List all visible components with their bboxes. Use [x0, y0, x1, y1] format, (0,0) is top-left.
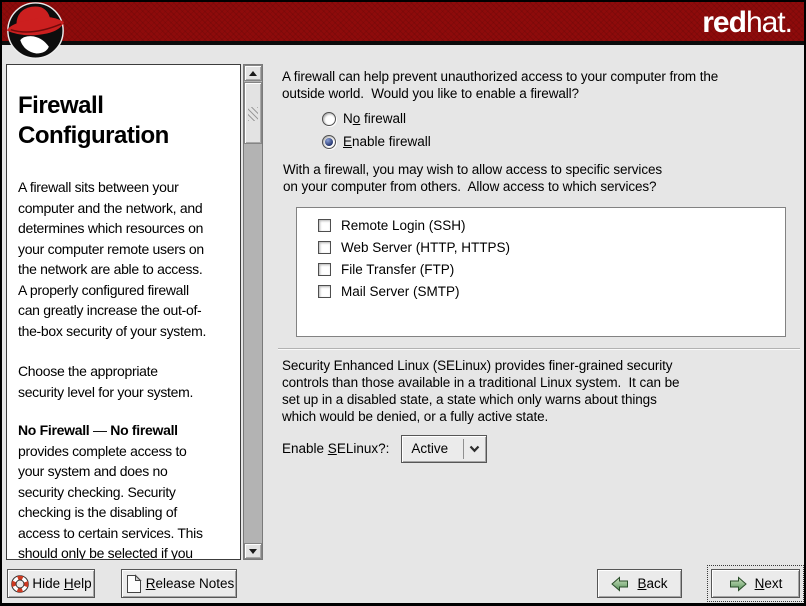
radio-no-firewall-label: No firewall	[343, 111, 406, 126]
arrow-up-icon	[249, 71, 257, 76]
brand-dot: .	[785, 6, 792, 39]
selinux-dropdown-value: Active	[402, 441, 463, 456]
help-scrollbar[interactable]	[243, 64, 263, 560]
help-bold-no-firewall: No Firewall	[18, 422, 89, 438]
selinux-description-text: Security Enhanced Linux (SELinux) provid…	[282, 357, 679, 425]
service-web-server[interactable]: Web Server (HTTP, HTTPS)	[318, 236, 785, 258]
scrollbar-up-button[interactable]	[244, 65, 262, 81]
hide-help-button[interactable]: Hide Help	[7, 569, 95, 598]
radio-enable-firewall[interactable]: Enable firewall	[322, 133, 431, 150]
scrollbar-grip	[248, 107, 258, 121]
arrow-right-icon	[729, 576, 747, 592]
service-label: Remote Login (SSH)	[341, 218, 466, 233]
help-dash: —	[89, 422, 110, 438]
hide-help-label: Hide Help	[32, 576, 91, 591]
back-button[interactable]: Back	[597, 569, 682, 598]
help-bold-no-firewall-2: No firewall	[110, 422, 178, 438]
service-label: Mail Server (SMTP)	[341, 284, 460, 299]
help-paragraph-2: Choose the appropriate security level fo…	[18, 361, 236, 402]
help-panel: Firewall Configuration A firewall sits b…	[6, 64, 241, 560]
section-separator	[278, 348, 800, 350]
checkbox-icon	[318, 285, 331, 298]
services-list: Remote Login (SSH) Web Server (HTTP, HTT…	[296, 207, 786, 337]
radio-no-firewall[interactable]: No firewall	[322, 110, 406, 127]
help-paragraph-3: No Firewall — No firewall provides compl…	[18, 420, 236, 560]
next-button[interactable]: Next	[711, 569, 800, 598]
checkbox-icon	[318, 219, 331, 232]
help-paragraph-3-rest: provides complete access to your system …	[18, 443, 203, 561]
release-notes-button[interactable]: Release Notes	[121, 569, 237, 598]
next-button-focus-ring: Next	[707, 565, 804, 602]
redhat-shadowman-logo-icon	[4, 2, 67, 63]
service-label: Web Server (HTTP, HTTPS)	[341, 240, 510, 255]
scrollbar-thumb[interactable]	[244, 82, 262, 144]
arrow-left-icon	[611, 576, 629, 592]
chevron-down-icon	[463, 439, 485, 459]
service-remote-login[interactable]: Remote Login (SSH)	[318, 214, 785, 236]
brand-bold: red	[702, 6, 746, 39]
selinux-row: Enable SELinux?: Active	[282, 434, 487, 463]
radio-enable-firewall-label: Enable firewall	[343, 134, 431, 149]
checkbox-icon	[318, 263, 331, 276]
selinux-label: Enable SELinux?:	[282, 441, 389, 456]
services-intro-text: With a firewall, you may wish to allow a…	[283, 161, 662, 195]
document-icon	[124, 574, 143, 594]
radio-selected-dot	[325, 138, 333, 146]
back-label: Back	[637, 576, 667, 591]
checkbox-icon	[318, 241, 331, 254]
arrow-down-icon	[249, 549, 257, 554]
radio-circle-selected	[322, 135, 336, 149]
selinux-dropdown[interactable]: Active	[401, 435, 487, 463]
redhat-banner: redhat.	[2, 2, 804, 45]
radio-circle	[322, 112, 336, 126]
firewall-intro-text: A firewall can help prevent unauthorized…	[282, 68, 718, 102]
scrollbar-down-button[interactable]	[244, 543, 262, 559]
service-mail-server[interactable]: Mail Server (SMTP)	[318, 280, 785, 302]
installer-window: redhat. Firewall Configuration A firewal…	[2, 2, 804, 603]
help-title: Firewall Configuration	[18, 91, 236, 151]
life-ring-icon	[10, 574, 30, 594]
next-label: Next	[755, 576, 783, 591]
redhat-wordmark: redhat.	[702, 6, 792, 40]
release-notes-label: Release Notes	[146, 576, 235, 591]
brand-regular: hat	[746, 6, 785, 39]
help-paragraph-1: A firewall sits between your computer an…	[18, 177, 236, 341]
service-label: File Transfer (FTP)	[341, 262, 454, 277]
service-file-transfer[interactable]: File Transfer (FTP)	[318, 258, 785, 280]
